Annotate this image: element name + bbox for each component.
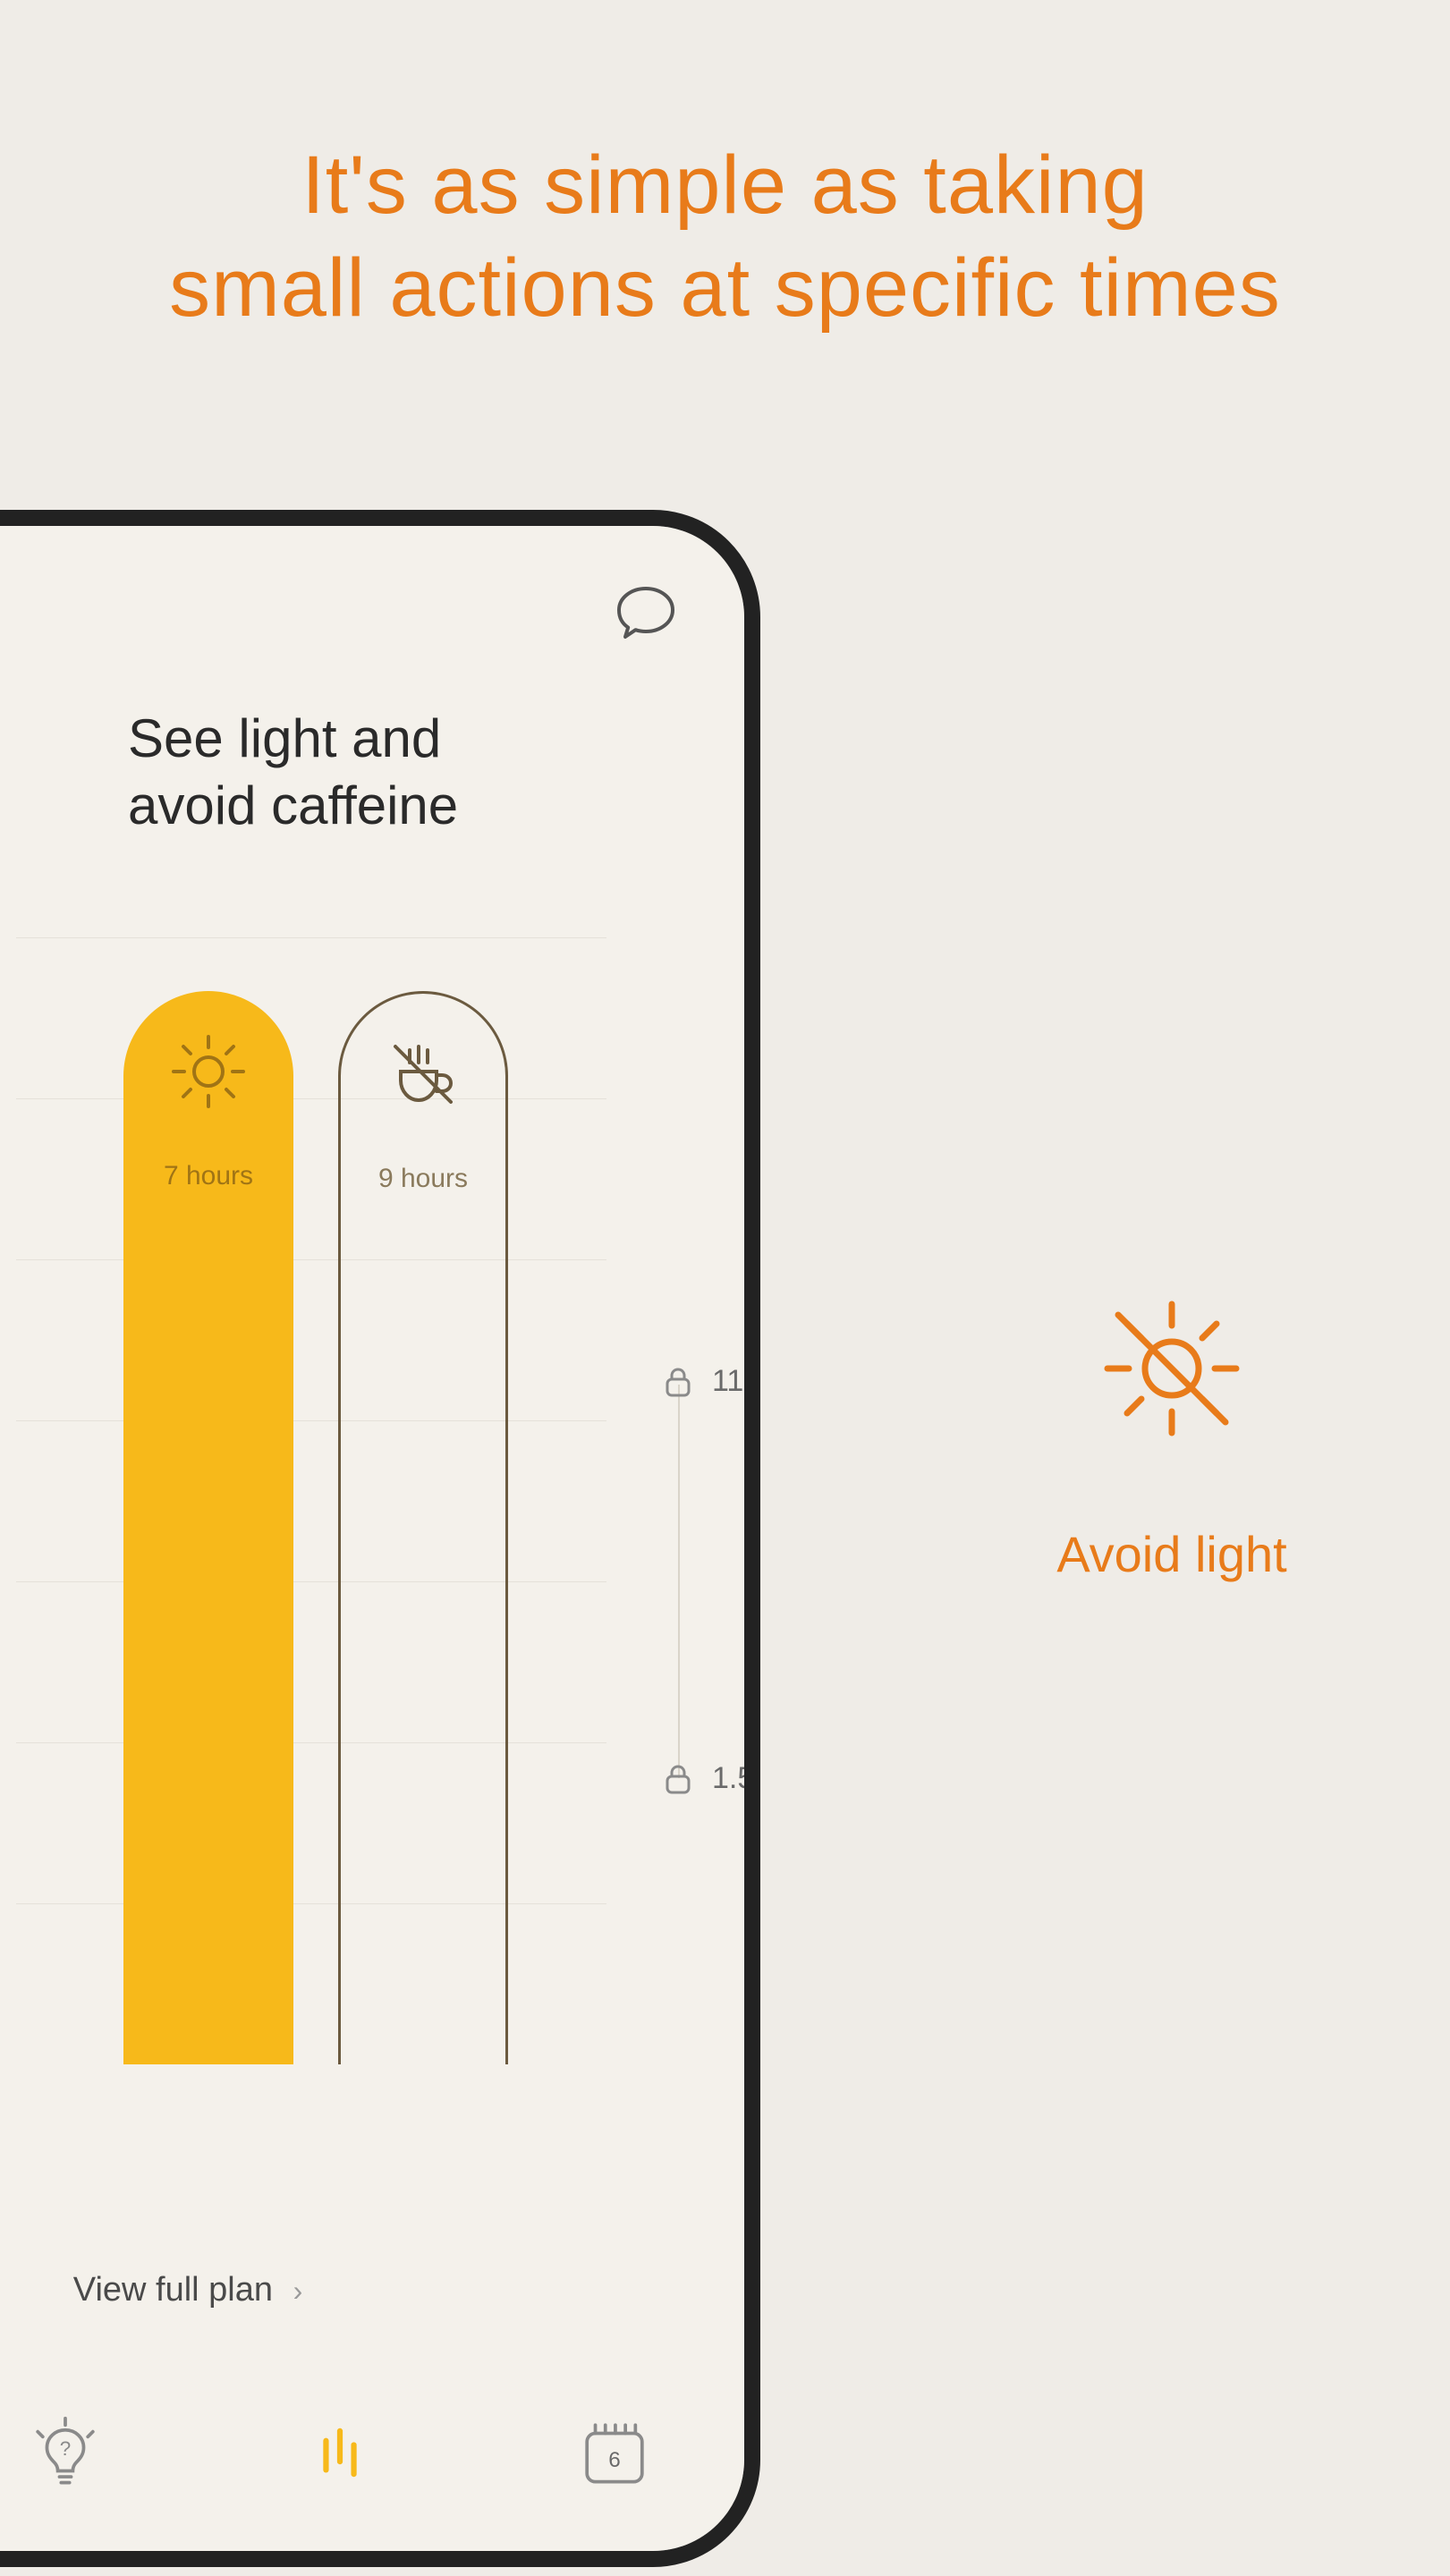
gridline [16,1420,606,1421]
gridline [16,1098,606,1099]
lock-icon [660,1760,696,1796]
bottom-nav: ? [0,2390,708,2515]
nav-plan-active[interactable] [300,2412,380,2493]
nav-calendar[interactable]: 6 [574,2412,655,2493]
chat-icon[interactable] [610,580,682,651]
calendar-day-number: 6 [608,2448,621,2472]
view-full-plan-link[interactable]: View full plan › [0,2271,744,2309]
gridline [16,1903,606,1904]
svg-text:?: ? [60,2437,71,2460]
phone-screen: See light andavoid caffeine [0,526,744,2551]
marker-start-label: 11.30am [712,1364,744,1399]
view-full-plan-label: View full plan [73,2271,273,2309]
bar-caffeine-label: 9 hours [341,1164,505,1194]
lock-icon [660,1363,696,1399]
bar-see-light[interactable]: 7 hours [123,991,293,2064]
sun-icon [168,1031,249,1112]
gridline [16,1259,606,1260]
chevron-right-icon: › [293,2275,303,2307]
screen-title: See light andavoid caffeine [128,705,458,839]
no-sun-icon [1091,1288,1252,1449]
time-marker-start[interactable]: 11.30am [660,1363,744,1399]
phone-frame: See light andavoid caffeine [0,510,760,2567]
no-coffee-icon [383,1034,463,1114]
plan-chart: 7 hours 9 hour [16,937,732,2064]
gridline [16,1742,606,1743]
marker-connector [678,1385,680,1778]
bar-light-label: 7 hours [123,1161,293,1191]
avoid-light-callout: Avoid light [948,1288,1395,1583]
gridline [16,1581,606,1582]
bar-avoid-caffeine[interactable]: 9 hours [338,991,508,2064]
nav-tips[interactable]: ? [25,2412,106,2493]
marker-end-label: 1.50pm [712,1761,744,1796]
gridline [16,937,606,938]
avoid-light-label: Avoid light [948,1525,1395,1583]
marketing-headline: It's as simple as takingsmall actions at… [0,134,1450,340]
time-marker-end[interactable]: 1.50pm [660,1760,744,1796]
